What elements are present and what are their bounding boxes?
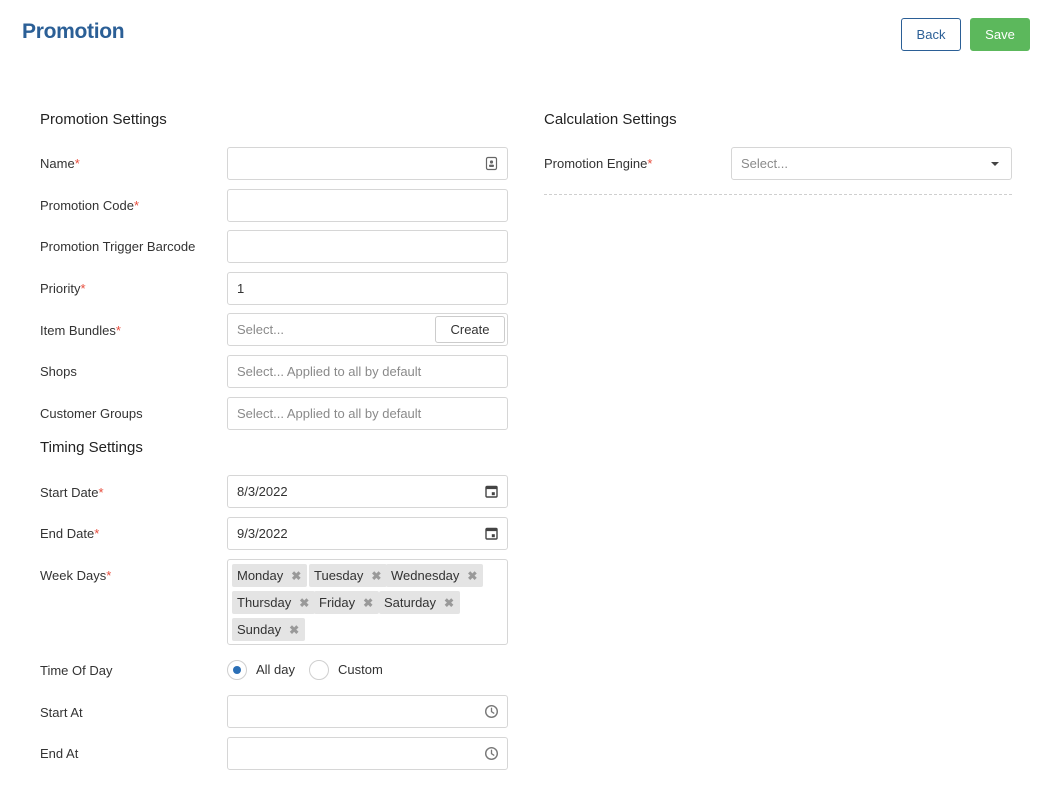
start-at-label: Start At (40, 704, 83, 720)
start-date-input[interactable]: 8/3/2022 (227, 475, 508, 508)
shops-placeholder: Select... Applied to all by default (237, 364, 422, 379)
item-bundles-placeholder: Select... (237, 322, 284, 337)
timing-settings-title: Timing Settings (40, 439, 143, 456)
required-marker: * (647, 155, 653, 171)
calendar-icon[interactable] (484, 484, 499, 499)
remove-tag-icon[interactable]: ✖ (444, 596, 454, 610)
clock-icon[interactable] (484, 746, 499, 761)
promotion-engine-label: Promotion Engine * (544, 155, 653, 171)
week-day-tag: Tuesday ✖ (309, 564, 388, 587)
custom-radio[interactable] (309, 660, 329, 680)
chevron-down-icon[interactable] (991, 162, 999, 166)
section-divider (544, 194, 1012, 195)
time-of-day-label: Time Of Day (40, 662, 113, 678)
trigger-barcode-label: Promotion Trigger Barcode (40, 238, 196, 254)
end-date-input[interactable]: 9/3/2022 (227, 517, 508, 550)
remove-tag-icon[interactable]: ✖ (371, 569, 381, 583)
item-bundles-select[interactable]: Select... Create (227, 313, 508, 346)
required-marker: * (133, 197, 140, 213)
start-at-input[interactable] (227, 695, 508, 728)
required-marker: * (115, 322, 121, 338)
start-date-value: 8/3/2022 (237, 484, 288, 499)
remove-tag-icon[interactable]: ✖ (299, 596, 309, 610)
remove-tag-icon[interactable]: ✖ (467, 569, 477, 583)
name-label: Name * (40, 155, 80, 171)
customer-groups-select[interactable]: Select... Applied to all by default (227, 397, 508, 430)
all-day-radio[interactable] (227, 660, 247, 680)
customer-groups-label: Customer Groups (40, 405, 143, 421)
item-bundles-label: Item Bundles * (40, 322, 121, 338)
required-marker: * (106, 567, 112, 583)
calculation-settings-title: Calculation Settings (544, 111, 677, 128)
name-input[interactable] (227, 147, 508, 180)
week-day-tag: Saturday ✖ (379, 591, 461, 614)
week-days-label: Week Days * (40, 567, 112, 583)
required-marker: * (98, 484, 104, 500)
promotion-code-input[interactable] (227, 189, 508, 222)
promotion-engine-select[interactable]: Select... (731, 147, 1012, 180)
week-day-tag: Sunday ✖ (232, 618, 306, 641)
week-day-tag: Wednesday ✖ (386, 564, 484, 587)
page-title: Promotion (22, 20, 125, 43)
end-date-label: End Date * (40, 525, 100, 541)
create-bundle-button[interactable]: Create (435, 316, 505, 343)
priority-input[interactable]: 1 (227, 272, 508, 305)
week-day-tag: Thursday ✖ (232, 591, 316, 614)
custom-radio-label[interactable]: Custom (338, 662, 383, 677)
week-day-tag: Monday ✖ (232, 564, 308, 587)
calendar-icon[interactable] (484, 526, 499, 541)
customer-groups-placeholder: Select... Applied to all by default (237, 406, 422, 421)
shops-select[interactable]: Select... Applied to all by default (227, 355, 508, 388)
save-button[interactable]: Save (970, 18, 1030, 51)
clock-icon[interactable] (484, 704, 499, 719)
contact-card-icon[interactable] (484, 156, 499, 171)
remove-tag-icon[interactable]: ✖ (363, 596, 373, 610)
required-marker: * (94, 525, 100, 541)
priority-label: Priority * (40, 280, 86, 296)
end-at-label: End At (40, 745, 79, 761)
end-date-value: 9/3/2022 (237, 526, 288, 541)
remove-tag-icon[interactable]: ✖ (289, 623, 299, 637)
week-days-select[interactable]: Monday ✖ Tuesday ✖ Wednesday ✖ Thursday ✖ Fr… (227, 559, 508, 645)
shops-label: Shops (40, 363, 77, 379)
promotion-code-label: Promotion Code * (40, 197, 140, 213)
promotion-settings-title: Promotion Settings (40, 111, 167, 128)
remove-tag-icon[interactable]: ✖ (291, 569, 301, 583)
back-button[interactable]: Back (901, 18, 961, 51)
promotion-engine-placeholder: Select... (741, 156, 788, 171)
required-marker: * (80, 280, 86, 296)
week-day-tag: Friday ✖ (314, 591, 380, 614)
all-day-radio-label[interactable]: All day (256, 662, 295, 677)
trigger-barcode-input[interactable] (227, 230, 508, 263)
priority-value: 1 (237, 281, 245, 296)
start-date-label: Start Date * (40, 484, 104, 500)
end-at-input[interactable] (227, 737, 508, 770)
required-marker: * (74, 155, 80, 171)
